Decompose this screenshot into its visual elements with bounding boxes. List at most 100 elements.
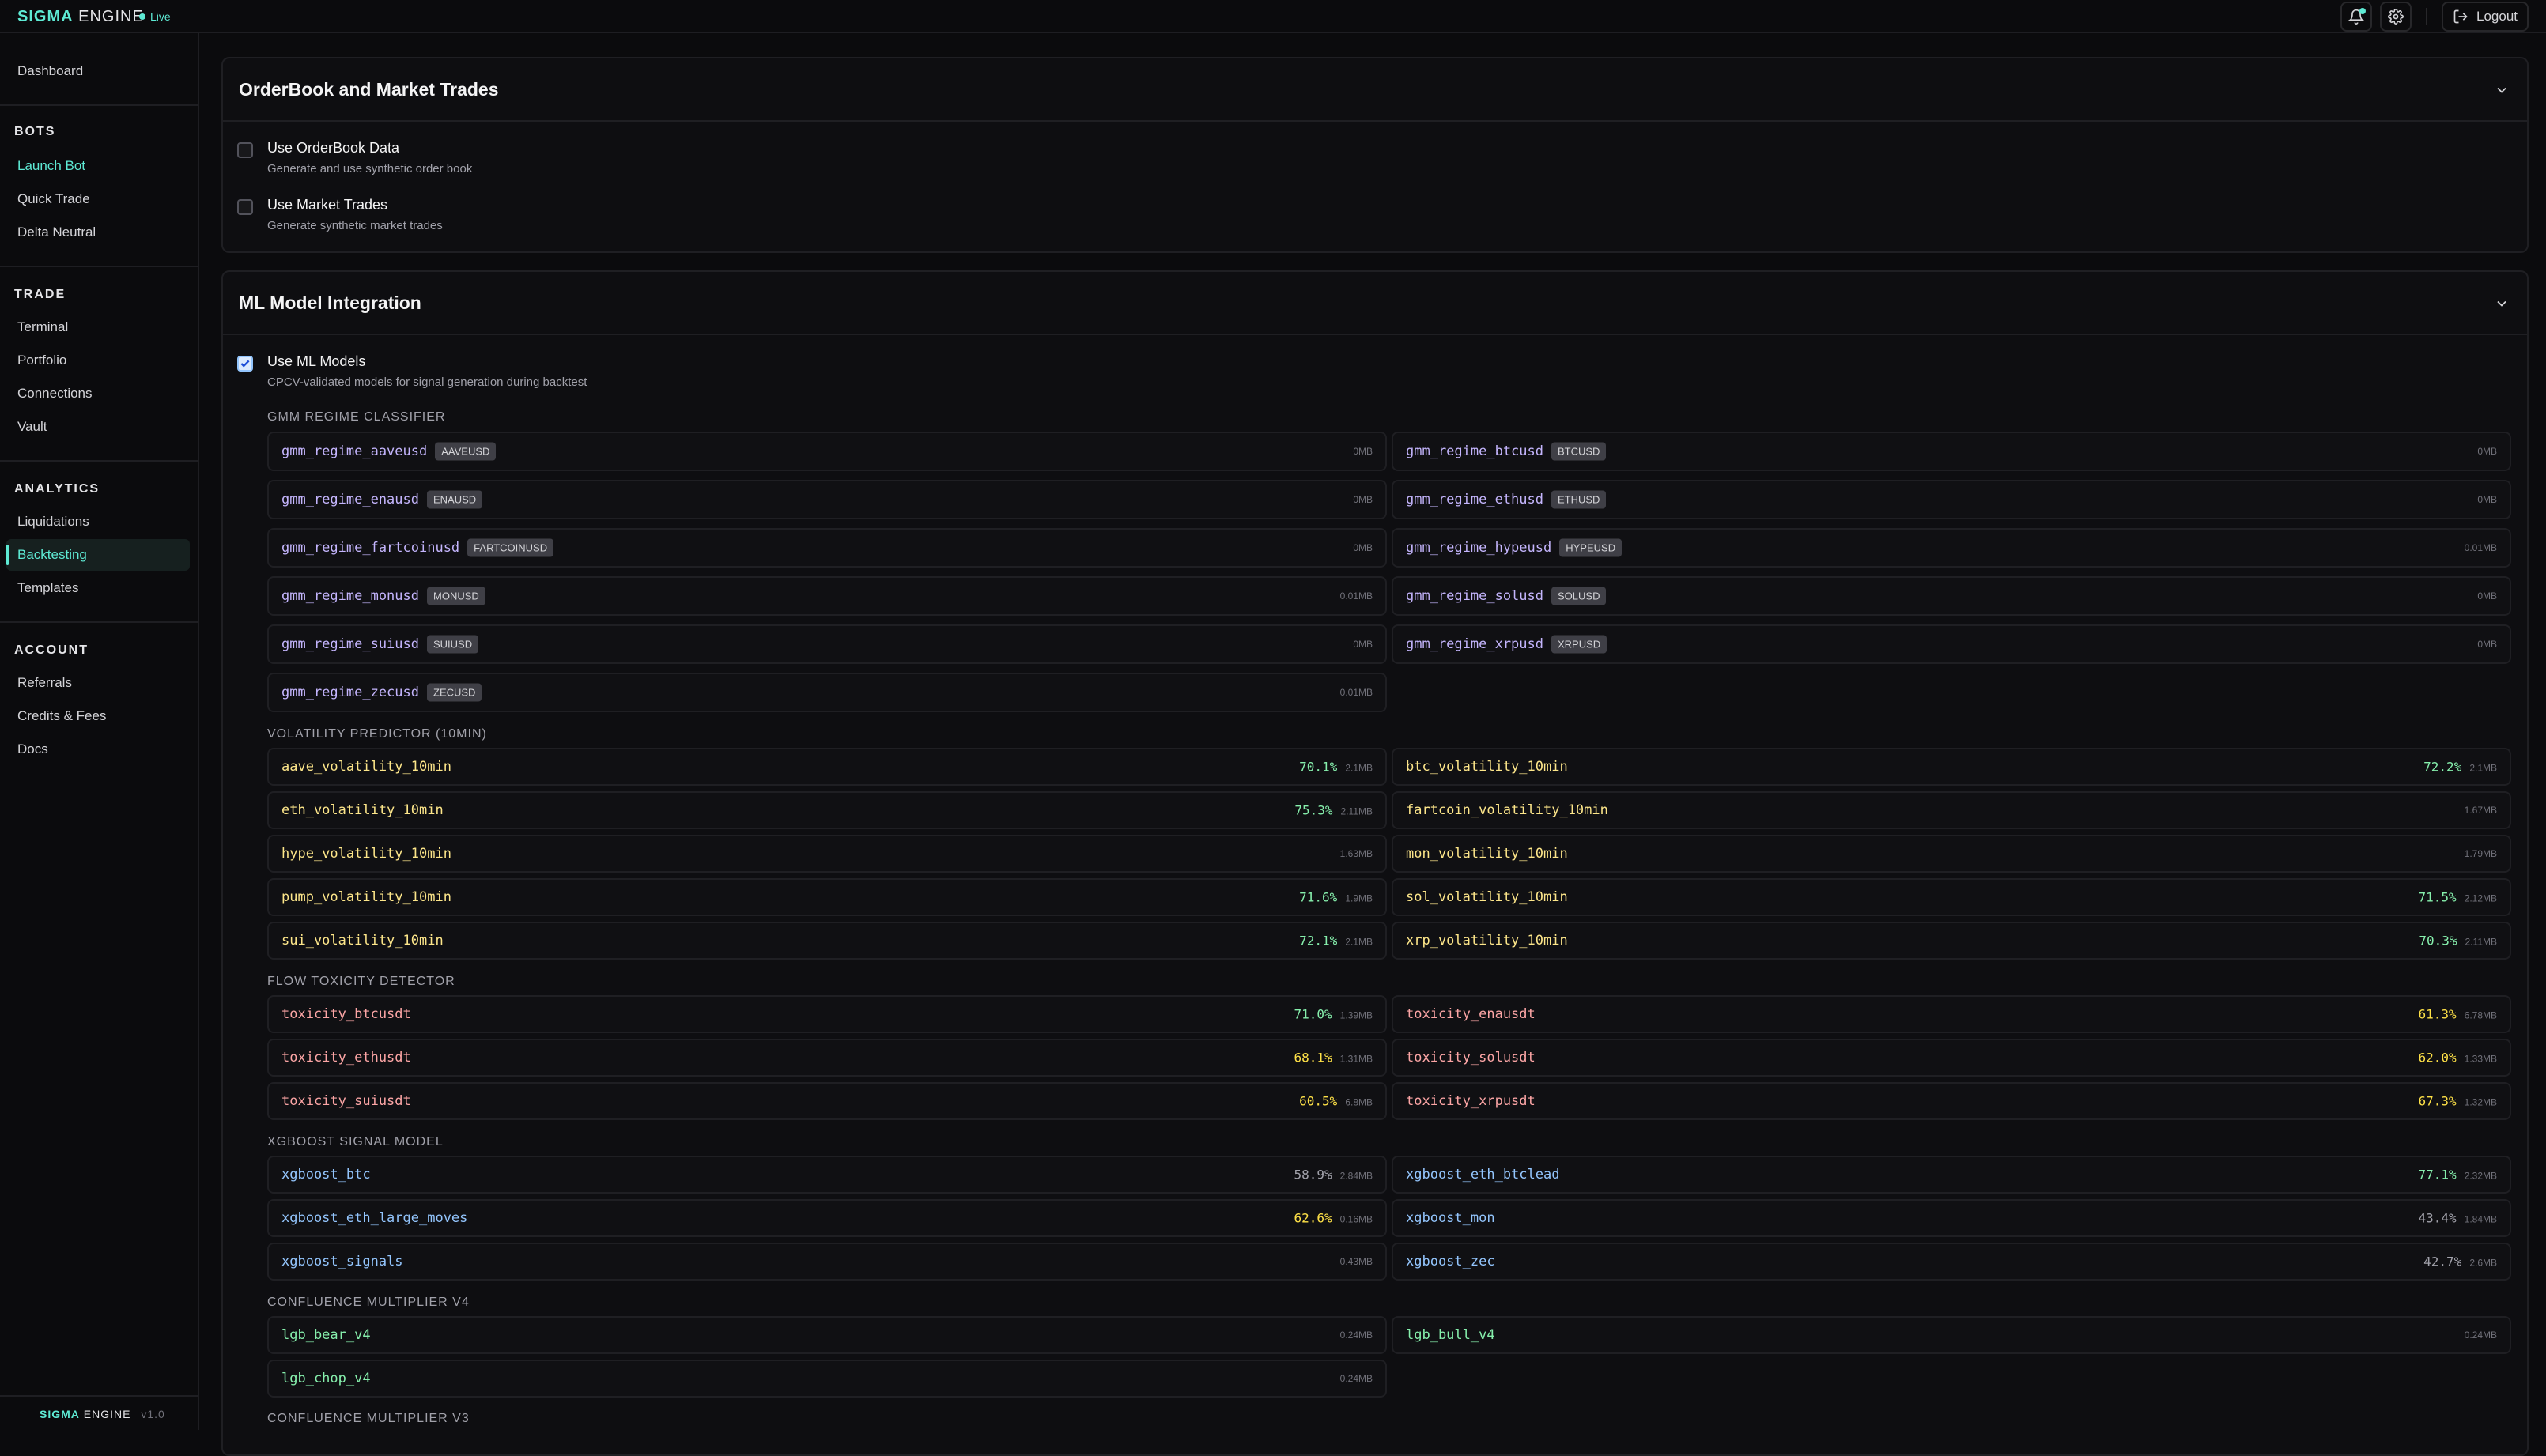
model-card[interactable]: toxicity_suiusdt 60.5% 6.8MB [267,1082,1387,1120]
model-card[interactable]: gmm_regime_aaveusd AAVEUSD 0MB [267,432,1387,471]
model-card[interactable]: toxicity_enausdt 61.3% 6.78MB [1392,995,2511,1033]
model-accuracy: 43.4% [2418,1210,2457,1226]
model-card[interactable]: xgboost_mon 43.4% 1.84MB [1392,1199,2511,1237]
symbol-badge: ETHUSD [1551,490,1607,509]
model-name: eth_volatility_10min [281,802,444,818]
sidebar-footer-brand: SIGMA ENGINE v1.0 [40,1408,165,1420]
model-card[interactable]: gmm_regime_zecusd ZECUSD 0.01MB [267,673,1387,712]
model-card[interactable]: hype_volatility_10min 1.63MB [267,835,1387,873]
gmm-section-label: GMM REGIME CLASSIFIER [267,410,446,424]
market-trades-checkbox[interactable] [237,199,253,215]
model-accuracy: 71.6% [1299,889,1338,905]
model-name: toxicity_suiusdt [281,1093,411,1109]
model-accuracy: 62.0% [2418,1050,2457,1066]
model-size: 0.24MB [1339,1373,1373,1384]
sidebar-item-delta-neutral[interactable]: Delta Neutral [17,224,96,240]
model-size: 1.9MB [1345,892,1373,904]
model-card[interactable]: xgboost_eth_btclead 77.1% 2.32MB [1392,1156,2511,1194]
model-card[interactable]: sol_volatility_10min 71.5% 2.12MB [1392,878,2511,916]
model-card[interactable]: gmm_regime_solusd SOLUSD 0MB [1392,576,2511,616]
sidebar-item-referrals[interactable]: Referrals [17,675,72,691]
model-card[interactable]: lgb_bull_v4 0.24MB [1392,1316,2511,1354]
model-card[interactable]: toxicity_xrpusdt 67.3% 1.32MB [1392,1082,2511,1120]
model-card[interactable]: xgboost_zec 42.7% 2.6MB [1392,1243,2511,1281]
model-name: toxicity_solusdt [1406,1050,1536,1066]
sidebar-item-launch-bot[interactable]: Launch Bot [17,158,85,174]
model-size: 0.43MB [1339,1256,1373,1267]
sidebar-divider [0,266,198,267]
model-card[interactable]: toxicity_solusdt 62.0% 1.33MB [1392,1039,2511,1077]
model-card[interactable]: gmm_regime_btcusd BTCUSD 0MB [1392,432,2511,471]
use-ml-checkbox[interactable] [237,356,253,372]
symbol-badge: ENAUSD [427,490,483,509]
use-ml-desc: CPCV-validated models for signal generat… [267,375,587,389]
model-card[interactable]: lgb_chop_v4 0.24MB [267,1360,1387,1398]
model-name: xrp_volatility_10min [1406,933,1568,949]
model-card[interactable]: gmm_regime_suiusd SUIUSD 0MB [267,624,1387,664]
model-card[interactable]: toxicity_btcusdt 71.0% 1.39MB [267,995,1387,1033]
model-card[interactable]: xrp_volatility_10min 70.3% 2.11MB [1392,922,2511,960]
model-card[interactable]: gmm_regime_monusd MONUSD 0.01MB [267,576,1387,616]
sidebar-item-portfolio[interactable]: Portfolio [17,353,66,368]
sidebar-item-terminal[interactable]: Terminal [17,319,68,335]
sidebar-item-vault[interactable]: Vault [17,419,47,435]
model-card[interactable]: aave_volatility_10min 70.1% 2.1MB [267,748,1387,786]
model-card[interactable]: pump_volatility_10min 71.6% 1.9MB [267,878,1387,916]
model-size: 0MB [1353,639,1373,650]
model-card[interactable]: fartcoin_volatility_10min 1.67MB [1392,791,2511,829]
market-trades-option-desc: Generate synthetic market trades [267,219,443,232]
model-card[interactable]: gmm_regime_xrpusd XRPUSD 0MB [1392,624,2511,664]
ml-panel-header[interactable]: ML Model Integration [223,272,2527,335]
sidebar-item-credits-fees[interactable]: Credits & Fees [17,708,106,724]
model-size: 1.33MB [2464,1053,2497,1065]
logout-label: Logout [2476,9,2518,24]
sidebar-item-liquidations[interactable]: Liquidations [17,514,89,530]
model-name: toxicity_xrpusdt [1406,1093,1536,1109]
chevron-down-icon[interactable] [2494,82,2510,98]
orderbook-checkbox[interactable] [237,142,253,158]
model-name: sui_volatility_10min [281,933,444,949]
model-card[interactable]: lgb_bear_v4 0.24MB [267,1316,1387,1354]
lgb3-section-label: CONFLUENCE MULTIPLIER V3 [267,1412,470,1425]
orderbook-panel-header[interactable]: OrderBook and Market Trades [223,58,2527,122]
model-name: xgboost_btc [281,1167,371,1183]
model-size: 1.32MB [2464,1096,2497,1108]
model-card[interactable]: gmm_regime_hypeusd HYPEUSD 0.01MB [1392,528,2511,568]
model-card[interactable]: btc_volatility_10min 72.2% 2.1MB [1392,748,2511,786]
model-size: 0MB [2477,494,2497,505]
model-card[interactable]: xgboost_signals 0.43MB [267,1243,1387,1281]
model-size: 6.8MB [1345,1096,1373,1108]
symbol-badge: HYPEUSD [1559,538,1622,557]
checkmark-icon [240,360,250,368]
model-size: 1.67MB [2464,805,2497,816]
model-size: 2.11MB [2465,936,2497,948]
model-card[interactable]: sui_volatility_10min 72.1% 2.1MB [267,922,1387,960]
model-accuracy: 58.9% [1294,1167,1332,1183]
gear-icon [2388,9,2404,25]
model-card[interactable]: eth_volatility_10min 75.3% 2.11MB [267,791,1387,829]
sidebar-item-dashboard[interactable]: Dashboard [17,63,83,79]
model-card[interactable]: xgboost_btc 58.9% 2.84MB [267,1156,1387,1194]
model-size: 0.16MB [1339,1213,1373,1225]
sidebar-item-templates[interactable]: Templates [17,580,78,596]
model-card[interactable]: gmm_regime_fartcoinusd FARTCOINUSD 0MB [267,528,1387,568]
notifications-button[interactable] [2340,2,2372,32]
model-size: 1.31MB [1339,1053,1373,1065]
model-card[interactable]: gmm_regime_enausd ENAUSD 0MB [267,480,1387,519]
chevron-down-icon[interactable] [2494,296,2510,311]
sidebar-item-connections[interactable]: Connections [17,386,93,402]
model-name: toxicity_ethusdt [281,1050,411,1066]
model-size: 2.1MB [2469,762,2497,774]
logout-button[interactable]: Logout [2442,2,2529,32]
model-card[interactable]: gmm_regime_ethusd ETHUSD 0MB [1392,480,2511,519]
sidebar-item-backtesting[interactable]: Backtesting [17,547,87,563]
model-card[interactable]: toxicity_ethusdt 68.1% 1.31MB [267,1039,1387,1077]
settings-button[interactable] [2380,2,2412,32]
model-card[interactable]: mon_volatility_10min 1.79MB [1392,835,2511,873]
sidebar-active-indicator [6,545,9,565]
brand-logo[interactable]: SIGMA ENGINE [17,8,144,26]
sidebar-item-quick-trade[interactable]: Quick Trade [17,191,90,207]
symbol-badge: SOLUSD [1551,587,1607,605]
sidebar-item-docs[interactable]: Docs [17,741,48,757]
model-card[interactable]: xgboost_eth_large_moves 62.6% 0.16MB [267,1199,1387,1237]
